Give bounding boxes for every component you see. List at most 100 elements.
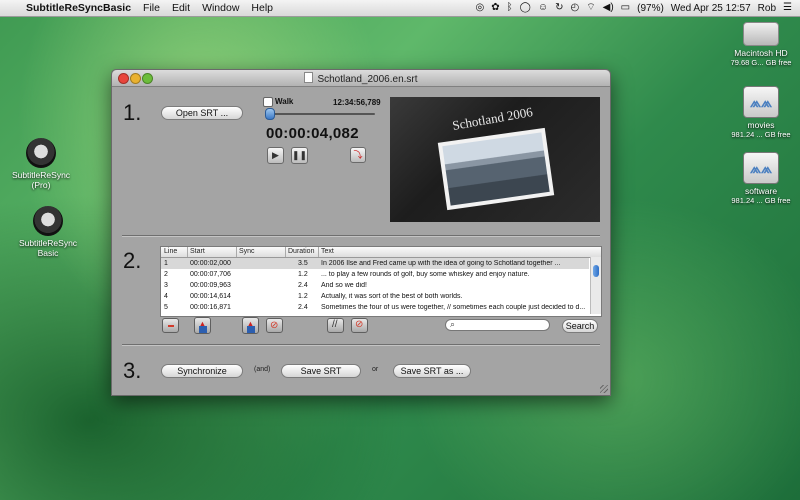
table-scrollbar[interactable] bbox=[590, 257, 601, 314]
no-entry-icon: ⊘ bbox=[270, 320, 279, 331]
desktop-icon-label: movies bbox=[747, 120, 775, 130]
bluetooth-icon[interactable]: ᛒ bbox=[507, 0, 513, 16]
cell-line: 1 bbox=[164, 259, 168, 267]
time-slider-track[interactable] bbox=[265, 113, 375, 115]
menu-file[interactable]: File bbox=[143, 2, 160, 14]
resize-grip[interactable] bbox=[600, 385, 608, 393]
paw-icon[interactable]: ✿ bbox=[491, 0, 499, 16]
cell-text: Sometimes the four of us were together, … bbox=[321, 303, 586, 311]
title-bar[interactable]: Schotland_2006.en.srt bbox=[112, 70, 610, 87]
cell-text: In 2006 Ilse and Fred came up with the i… bbox=[321, 259, 561, 267]
desktop-icon-macintosh-hd[interactable]: Macintosh HD 79.68 G... GB free bbox=[716, 18, 800, 68]
column-sync[interactable]: Sync bbox=[239, 248, 255, 255]
sync-icon[interactable]: ↻ bbox=[555, 0, 563, 16]
cell-line: 4 bbox=[164, 292, 168, 300]
badge-one-icon bbox=[199, 326, 207, 333]
chat-icon[interactable]: ☺ bbox=[538, 0, 548, 16]
synchronize-button[interactable]: Synchronize bbox=[161, 364, 243, 378]
search-icon: ⌕ bbox=[450, 319, 456, 329]
video-preview[interactable]: Schotland 2006 bbox=[390, 97, 600, 222]
column-start[interactable]: Start bbox=[190, 248, 205, 255]
cell-start: 00:00:07,706 bbox=[190, 270, 231, 278]
play-button[interactable]: ▶ bbox=[267, 147, 284, 164]
cell-duration: 2.4 bbox=[298, 281, 308, 289]
menu-help[interactable]: Help bbox=[251, 2, 273, 14]
film-reel-icon bbox=[26, 138, 56, 168]
column-divider bbox=[285, 247, 286, 257]
cell-text: Actually, it was sort of the best of bot… bbox=[321, 292, 463, 300]
pause-button[interactable]: ❚❚ bbox=[291, 147, 308, 164]
delete-row-button[interactable] bbox=[162, 318, 179, 333]
cell-text: ... to play a few rounds of golf, buy so… bbox=[321, 270, 530, 278]
table-row[interactable]: 4 00:00:14,614 1.2 Actually, it was sort… bbox=[161, 291, 589, 302]
table-row[interactable]: 2 00:00:07,706 1.2 ... to play a few rou… bbox=[161, 269, 589, 280]
sync-first-button[interactable]: ▲ bbox=[194, 317, 211, 334]
time-machine-icon[interactable]: ◴ bbox=[570, 0, 579, 16]
unsplit-button[interactable]: ⊘ bbox=[351, 318, 368, 333]
step-3-number: 3. bbox=[123, 358, 142, 383]
hard-drive-icon bbox=[743, 22, 779, 46]
cell-duration: 1.2 bbox=[298, 292, 308, 300]
desktop-icon-sublabel: 981.24 ... GB free bbox=[731, 196, 791, 205]
column-line[interactable]: Line bbox=[164, 248, 177, 255]
save-srt-as-button[interactable]: Save SRT as ... bbox=[393, 364, 471, 378]
save-srt-button[interactable]: Save SRT bbox=[281, 364, 361, 378]
separator bbox=[122, 344, 600, 346]
menu-app-name[interactable]: SubtitleReSyncBasic bbox=[26, 2, 131, 14]
network-drive-icon: ⩕⩕ bbox=[743, 86, 779, 118]
desktop-icon-label: software bbox=[744, 186, 778, 196]
table-row[interactable]: 3 00:00:09,963 2.4 And so we did! bbox=[161, 280, 589, 291]
open-srt-button[interactable]: Open SRT ... bbox=[161, 106, 243, 120]
search-button[interactable]: Search bbox=[562, 319, 598, 333]
table-row[interactable]: 1 00:00:02,000 3.5 In 2006 Ilse and Fred… bbox=[161, 258, 589, 269]
subtitle-table[interactable]: Line Start Sync Duration Text 1 00:00:02… bbox=[160, 246, 602, 317]
document-icon bbox=[304, 72, 314, 83]
desktop-icon-label: Macintosh HD bbox=[734, 48, 788, 58]
separator bbox=[122, 235, 600, 237]
desktop-icon-software[interactable]: ⩕⩕ software 981.24 ... GB free bbox=[716, 152, 800, 206]
table-header: Line Start Sync Duration Text bbox=[161, 247, 601, 258]
column-divider bbox=[187, 247, 188, 257]
column-duration[interactable]: Duration bbox=[288, 248, 314, 255]
cell-start: 00:00:09,963 bbox=[190, 281, 231, 289]
menubar: SubtitleReSyncBasic File Edit Window Hel… bbox=[0, 0, 800, 17]
battery-icon[interactable]: ▭ bbox=[621, 0, 630, 16]
cell-duration: 2.4 bbox=[298, 303, 308, 311]
circle-icon[interactable]: ◯ bbox=[520, 0, 531, 16]
current-time: 00:00:04,082 bbox=[266, 125, 359, 142]
clear-sync-button[interactable]: ⊘ bbox=[266, 318, 283, 333]
creative-cloud-icon[interactable]: ◎ bbox=[476, 0, 485, 16]
scrollbar-thumb[interactable] bbox=[593, 265, 599, 277]
walk-time: 12:34:56,789 bbox=[333, 98, 381, 107]
pause-icon: ❚❚ bbox=[292, 150, 308, 160]
search-input[interactable]: ⌕ bbox=[445, 319, 550, 331]
volume-icon[interactable]: ◀) bbox=[603, 0, 614, 16]
menu-edit[interactable]: Edit bbox=[172, 2, 190, 14]
cell-duration: 1.2 bbox=[298, 270, 308, 278]
split-button[interactable]: // bbox=[327, 318, 344, 333]
sync-second-button[interactable]: ▲ bbox=[242, 317, 259, 334]
list-icon[interactable]: ☰ bbox=[783, 0, 792, 16]
video-photo bbox=[437, 127, 555, 211]
clock[interactable]: Wed Apr 25 12:57 bbox=[671, 3, 751, 14]
column-divider bbox=[318, 247, 319, 257]
user-name[interactable]: Rob bbox=[758, 3, 776, 14]
time-slider-knob[interactable] bbox=[265, 108, 275, 120]
minus-icon bbox=[168, 325, 174, 327]
desktop-icon-subtitleresync-pro[interactable]: SubtitleReSync (Pro) bbox=[0, 138, 86, 190]
desktop-icon-movies[interactable]: ⩕⩕ movies 981.24 ... GB free bbox=[716, 86, 800, 140]
desktop-icon-sublabel: (Pro) bbox=[31, 180, 51, 190]
menu-window[interactable]: Window bbox=[202, 2, 239, 14]
table-row[interactable]: 5 00:00:16,871 2.4 Sometimes the four of… bbox=[161, 302, 589, 313]
jump-arrow-icon: ⤵ bbox=[353, 150, 363, 160]
cell-line: 5 bbox=[164, 303, 168, 311]
network-drive-icon: ⩕⩕ bbox=[743, 152, 779, 184]
column-text[interactable]: Text bbox=[321, 248, 334, 255]
app-window: Schotland_2006.en.srt 1. Open SRT ... Wa… bbox=[111, 69, 611, 396]
slash-cancel-icon: ⊘ bbox=[355, 319, 364, 330]
wifi-icon[interactable]: ⌔ bbox=[586, 0, 595, 16]
jump-button[interactable]: ⤵ bbox=[350, 147, 366, 163]
desktop-icon-subtitleresync-basic[interactable]: SubtitleReSync Basic bbox=[3, 206, 93, 258]
walk-checkbox[interactable] bbox=[263, 97, 273, 107]
cell-start: 00:00:02,000 bbox=[190, 259, 231, 267]
